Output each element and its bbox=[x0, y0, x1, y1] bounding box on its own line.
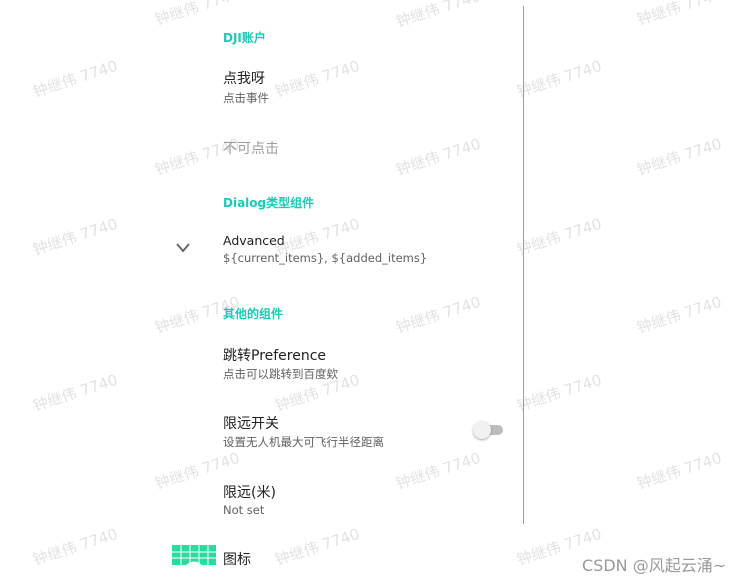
watermark-text: 钟继伟 7740 bbox=[30, 56, 120, 102]
watermark-text: 钟继伟 7740 bbox=[30, 370, 120, 416]
csdn-credit: CSDN @风起云涌~ bbox=[582, 556, 727, 575]
watermark-text: 钟继伟 7740 bbox=[30, 524, 120, 570]
grid-icon bbox=[172, 545, 216, 565]
watermark-text: 钟继伟 7740 bbox=[634, 134, 724, 180]
pref-icon-title: 图标 bbox=[223, 552, 251, 568]
category-other-components: 其他的组件 bbox=[223, 307, 284, 321]
pref-jump-title: 跳转Preference bbox=[223, 348, 327, 364]
watermark-text: 钟继伟 7740 bbox=[272, 56, 362, 102]
watermark-text: 钟继伟 7740 bbox=[152, 0, 242, 30]
watermark-text: 钟继伟 7740 bbox=[514, 214, 604, 260]
watermark-text: 钟继伟 7740 bbox=[393, 292, 483, 338]
watermark-text: 钟继伟 7740 bbox=[634, 292, 724, 338]
limit-distance-toggle[interactable] bbox=[473, 420, 505, 440]
watermark-text: 钟继伟 7740 bbox=[634, 448, 724, 494]
watermark-text: 钟继伟 7740 bbox=[514, 370, 604, 416]
toggle-thumb bbox=[473, 421, 491, 439]
watermark-text: 钟继伟 7740 bbox=[30, 214, 120, 260]
watermark-text: 钟继伟 7740 bbox=[634, 0, 724, 30]
pref-click-me-summary: 点击事件 bbox=[223, 91, 269, 105]
pref-jump-summary: 点击可以跳转到百度欸 bbox=[223, 367, 338, 381]
watermark-text: 钟继伟 7740 bbox=[514, 56, 604, 102]
pref-advanced-summary: ${current_items}, ${added_items} bbox=[223, 251, 428, 265]
pref-limit-switch-summary: 设置无人机最大可飞行半径距离 bbox=[223, 435, 384, 449]
pref-limit-switch-title: 限远开关 bbox=[223, 416, 279, 432]
pref-limit-distance-summary: Not set bbox=[223, 503, 265, 517]
vertical-divider bbox=[523, 6, 524, 524]
watermark-overlay: 钟继伟 7740 钟继伟 7740 钟继伟 7740 钟继伟 7740 钟继伟 7740… bbox=[0, 0, 755, 580]
pref-advanced-title: Advanced bbox=[223, 233, 285, 248]
chevron-down-icon[interactable] bbox=[175, 241, 191, 255]
category-dji-account: DJI账户 bbox=[223, 31, 266, 45]
watermark-text: 钟继伟 7740 bbox=[272, 524, 362, 570]
category-dialog-components: Dialog类型组件 bbox=[223, 196, 315, 210]
watermark-text: 钟继伟 7740 bbox=[393, 0, 483, 32]
pref-not-clickable: 不可点击 bbox=[223, 141, 279, 157]
pref-limit-distance-title: 限远(米) bbox=[223, 485, 276, 501]
watermark-text: 钟继伟 7740 bbox=[393, 448, 483, 494]
pref-click-me-title: 点我呀 bbox=[223, 71, 265, 87]
watermark-text: 钟继伟 7740 bbox=[393, 134, 483, 180]
